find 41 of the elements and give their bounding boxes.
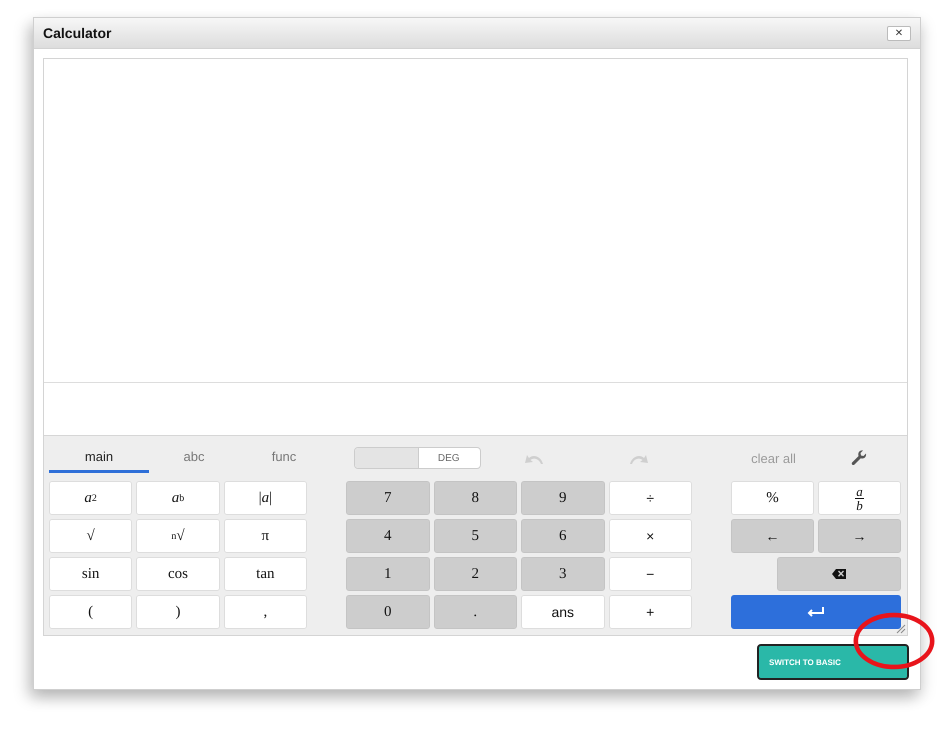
key[interactable]: sin [49, 557, 132, 591]
tab[interactable]: abc [149, 442, 239, 473]
backspace-icon [832, 569, 846, 579]
wrench-icon [850, 450, 866, 466]
settings-button[interactable] [850, 450, 866, 466]
key[interactable]: × [608, 519, 692, 553]
key[interactable]: + [608, 595, 692, 629]
key[interactable]: π [224, 519, 307, 553]
key[interactable]: tan [224, 557, 307, 591]
key[interactable]: 6 [521, 519, 604, 553]
key[interactable]: 9 [521, 481, 604, 515]
key[interactable]: 8 [434, 481, 517, 515]
tab[interactable]: main [49, 442, 149, 473]
key[interactable]: cos [136, 557, 220, 591]
key[interactable]: ) [136, 595, 220, 629]
key[interactable]: 3 [521, 557, 604, 591]
key[interactable]: → [818, 519, 901, 553]
key[interactable]: , [224, 595, 307, 629]
window-title: Calculator [43, 25, 112, 41]
key[interactable]: 4 [346, 519, 430, 553]
angle-toggle[interactable]: DEG [354, 447, 481, 469]
key[interactable]: 0 [346, 595, 430, 629]
key[interactable]: 5 [434, 519, 517, 553]
key[interactable]: − [608, 557, 692, 591]
key[interactable]: % [731, 481, 814, 515]
enter-icon [806, 606, 826, 618]
close-button[interactable]: ✕ [887, 26, 911, 40]
key[interactable]: √ [49, 519, 132, 553]
key[interactable]: . [434, 595, 517, 629]
resize-handle-icon [896, 624, 906, 634]
key[interactable]: 2 [434, 557, 517, 591]
backspace-key[interactable] [776, 557, 901, 591]
key[interactable]: ← [731, 519, 814, 553]
key[interactable]: ÷ [608, 481, 692, 515]
key[interactable]: 1 [346, 557, 430, 591]
key[interactable]: 7 [346, 481, 430, 515]
key[interactable]: ans [521, 595, 604, 629]
tab[interactable]: func [239, 442, 329, 473]
key[interactable]: ( [49, 595, 132, 629]
key[interactable]: |a| [224, 481, 307, 515]
fraction-key[interactable]: a b [818, 481, 901, 515]
